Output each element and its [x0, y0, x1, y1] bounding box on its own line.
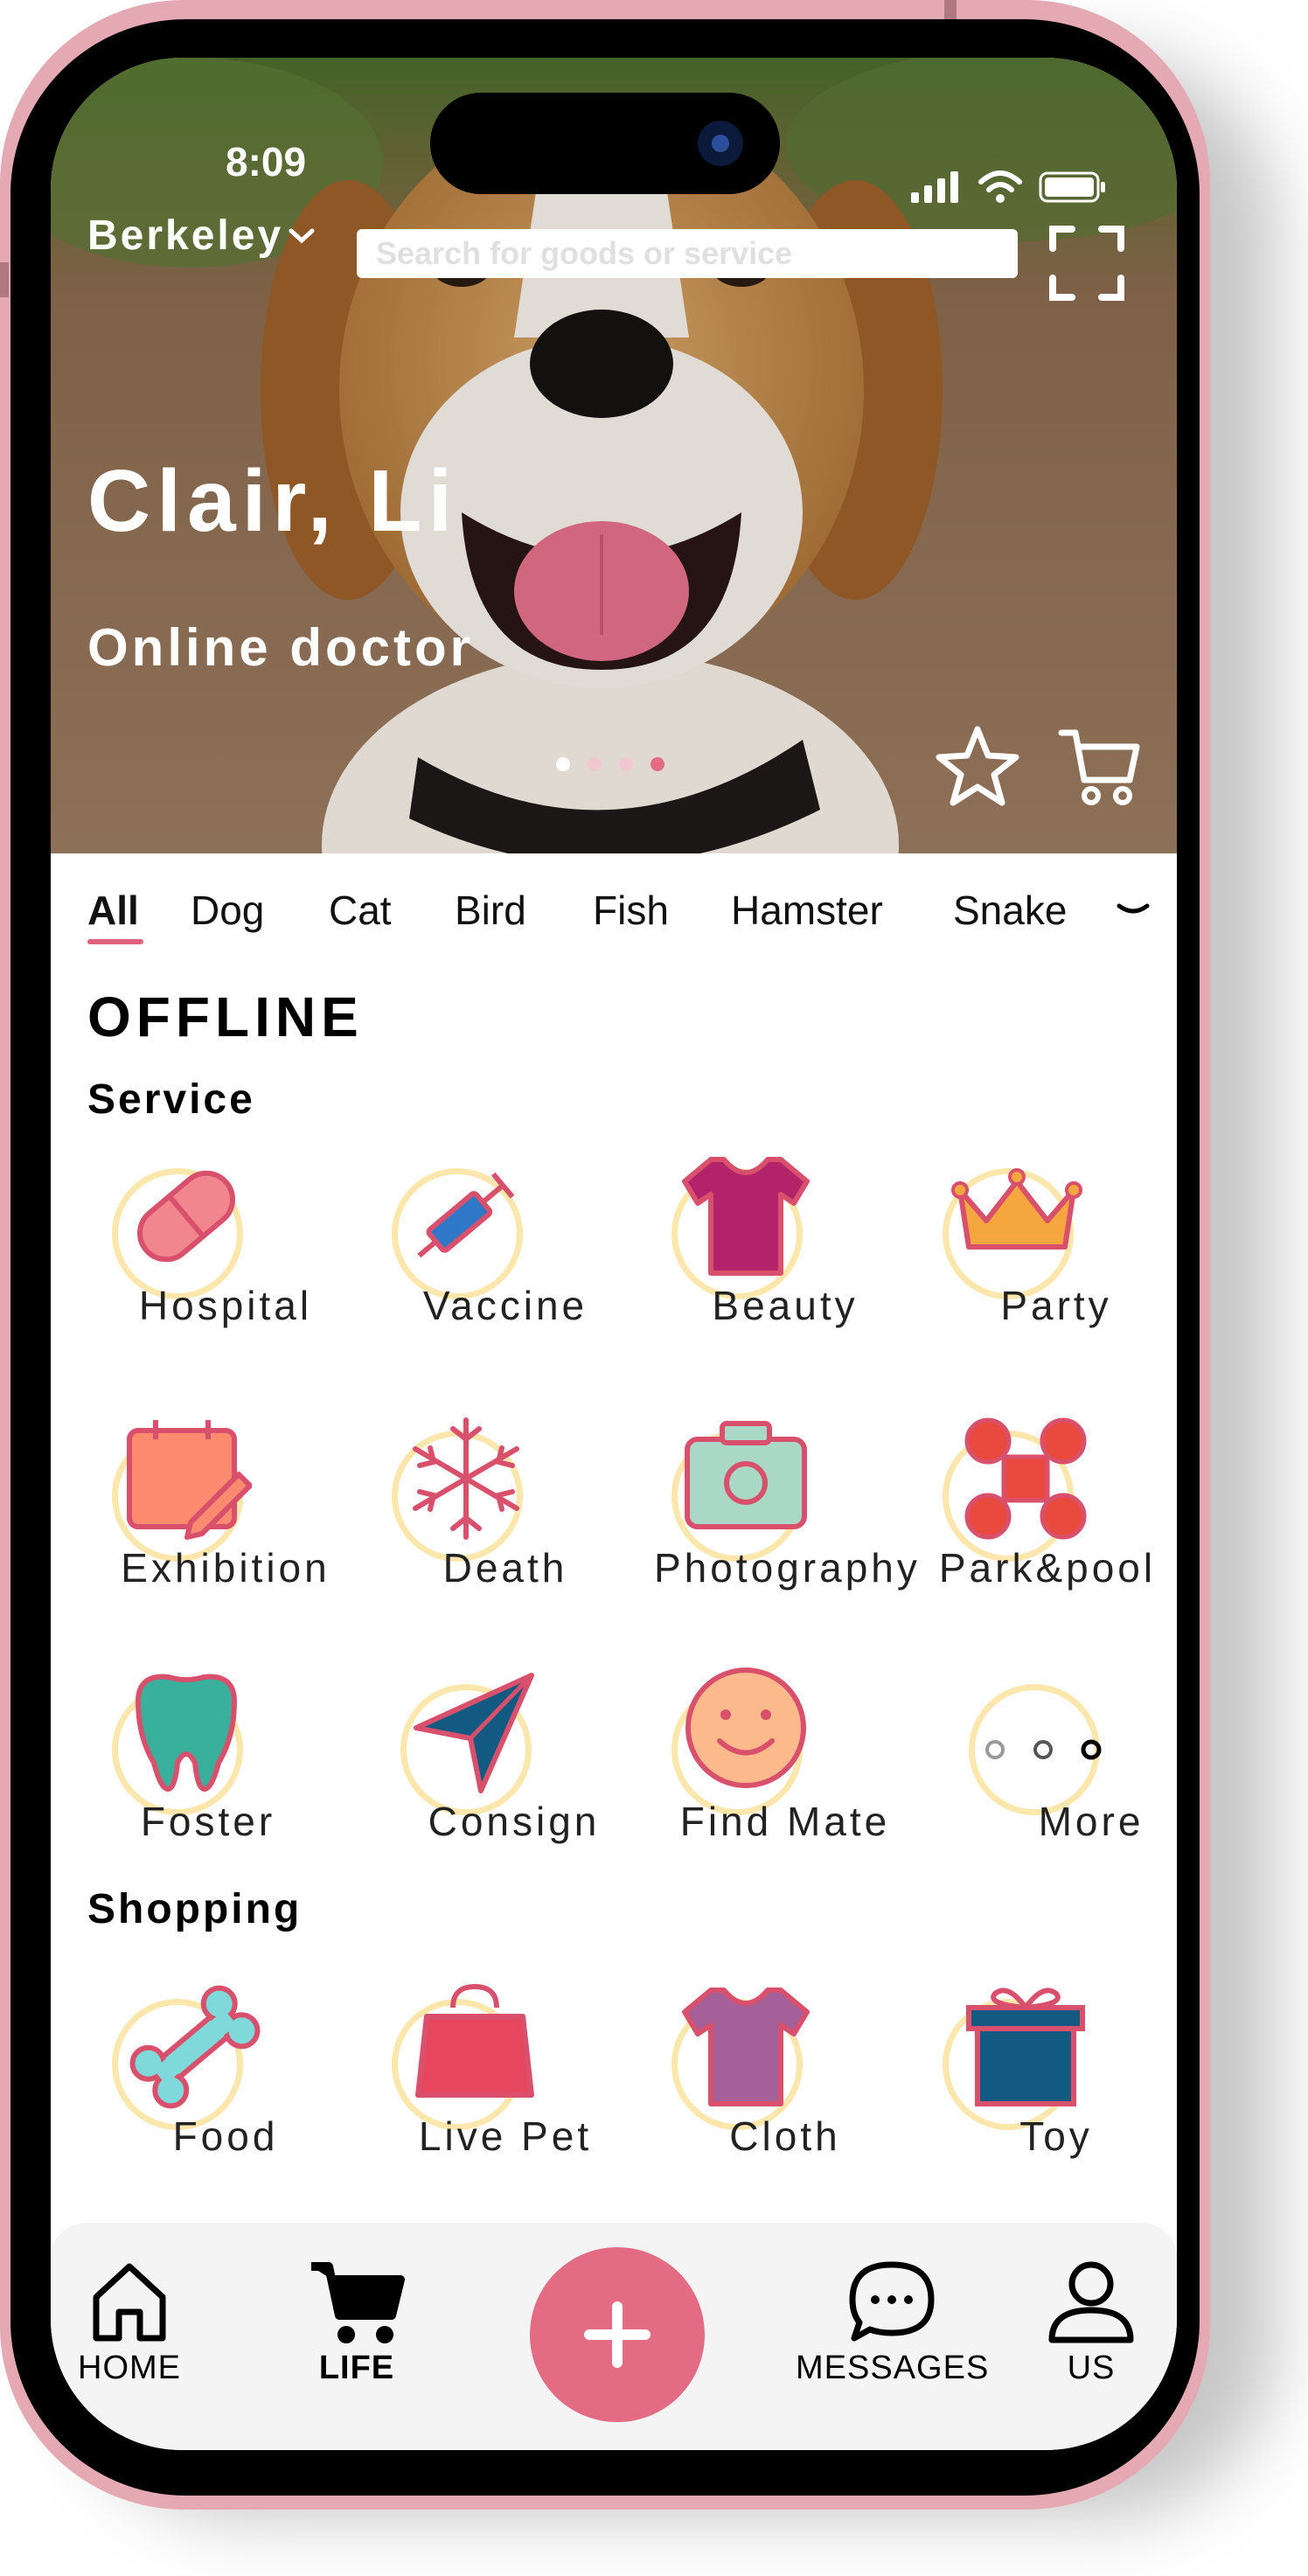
service-label: Party	[1000, 1283, 1112, 1328]
signal-icon	[911, 171, 958, 203]
status-icons	[909, 170, 1109, 205]
tshirt-icon	[682, 1988, 810, 2106]
carousel-dots[interactable]	[556, 757, 664, 771]
service-foster[interactable]: Foster	[77, 1667, 339, 1859]
phone-screen: 8:09 Berkeley Search for goods or servic…	[51, 58, 1177, 2450]
shopping-toy[interactable]: Toy	[925, 1981, 1177, 2174]
status-time: 8:09	[226, 139, 307, 184]
tab-snake[interactable]: Snake	[953, 887, 1067, 934]
service-label: Death	[442, 1545, 568, 1591]
service-label: Vaccine	[422, 1283, 588, 1328]
service-exhibition[interactable]: Exhibition	[94, 1413, 357, 1605]
service-consign[interactable]: Consign	[383, 1667, 645, 1859]
shopping-label: Food	[172, 2113, 279, 2159]
service-label: Find Mate	[679, 1799, 891, 1844]
section-offline-heading: OFFLINE	[87, 985, 364, 1048]
service-label: Photography	[654, 1545, 921, 1591]
snowflake-icon	[413, 1417, 519, 1540]
chevron-down-icon[interactable]	[1116, 901, 1151, 918]
shopping-live-pet[interactable]: Live Pet	[374, 1981, 637, 2174]
service-label: More	[1038, 1799, 1144, 1844]
plus-icon	[584, 2301, 651, 2368]
service-label: Consign	[428, 1799, 601, 1844]
nav-home[interactable]: HOME	[77, 2258, 182, 2387]
location-selector[interactable]: Berkeley	[87, 212, 315, 260]
shopping-label: Cloth	[729, 2113, 841, 2159]
smile-icon	[685, 1667, 806, 1788]
service-label: Foster	[140, 1799, 276, 1844]
service-photography[interactable]: Photography	[654, 1413, 921, 1605]
shopping-food[interactable]: Food	[94, 1981, 357, 2174]
section-service-heading: Service	[87, 1076, 255, 1123]
search-input[interactable]: Search for goods or service	[357, 229, 1018, 278]
active-tab-indicator	[87, 939, 143, 944]
cart-icon[interactable]	[1056, 722, 1144, 810]
location-label: Berkeley	[87, 212, 284, 259]
service-beauty[interactable]: Beauty	[654, 1151, 916, 1343]
star-icon[interactable]	[934, 722, 1021, 810]
shopping-label: Live Pet	[418, 2113, 593, 2159]
home-icon	[93, 2263, 166, 2342]
service-park-pool[interactable]: Park&pool	[916, 1413, 1177, 1605]
service-find-mate[interactable]: Find Mate	[654, 1667, 916, 1859]
cart-icon	[311, 2262, 405, 2343]
nav-messages-label: MESSAGES	[796, 2350, 990, 2386]
add-button[interactable]	[530, 2247, 705, 2422]
category-tabs: All Dog Cat Bird Fish Hamster Snake	[87, 887, 1154, 957]
crown-icon	[951, 1168, 1082, 1250]
service-label: Exhibition	[121, 1545, 330, 1591]
service-label: Park&pool	[938, 1545, 1157, 1591]
bag-icon	[415, 1983, 534, 2098]
shopping-label: Toy	[1019, 2113, 1093, 2159]
service-death[interactable]: Death	[374, 1413, 637, 1605]
nav-us[interactable]: US	[1039, 2258, 1144, 2387]
pill-icon	[137, 1170, 235, 1263]
banner-subtitle: Online doctor	[87, 618, 474, 677]
tooth-icon	[136, 1674, 237, 1792]
service-more[interactable]: More	[925, 1667, 1177, 1859]
calendar-icon	[127, 1420, 252, 1540]
nav-messages[interactable]: MESSAGES	[796, 2258, 988, 2387]
battery-icon	[1039, 171, 1105, 203]
shopping-cloth[interactable]: Cloth	[654, 1981, 916, 2174]
more-icon	[985, 1739, 1102, 1760]
chevron-down-icon	[289, 228, 315, 243]
tab-bird[interactable]: Bird	[455, 887, 526, 934]
service-label: Beauty	[712, 1283, 859, 1328]
tab-cat[interactable]: Cat	[329, 887, 392, 934]
service-vaccine[interactable]: Vaccine	[374, 1151, 637, 1343]
tab-fish[interactable]: Fish	[593, 887, 669, 934]
tab-dog[interactable]: Dog	[191, 887, 264, 934]
wifi-icon	[978, 171, 1022, 203]
section-shopping-heading: Shopping	[87, 1886, 303, 1932]
nav-us-label: US	[1067, 2350, 1116, 2386]
paper-plane-icon	[414, 1673, 534, 1793]
nav-life-label: LIFE	[318, 2350, 395, 2386]
shirt-icon	[682, 1157, 810, 1276]
tab-hamster[interactable]: Hamster	[731, 887, 883, 934]
service-hospital[interactable]: Hospital	[94, 1151, 357, 1343]
chat-icon	[849, 2261, 935, 2342]
bottom-nav: HOME LIFE MESSAGES US	[51, 2223, 1177, 2450]
hero-banner[interactable]: 8:09 Berkeley Search for goods or servic…	[51, 58, 1177, 853]
user-icon	[1048, 2261, 1134, 2343]
scan-icon[interactable]	[1047, 224, 1126, 303]
service-party[interactable]: Party	[925, 1151, 1177, 1343]
nav-home-label: HOME	[78, 2350, 181, 2386]
dynamic-island	[430, 93, 780, 194]
banner-title: Clair, Li	[87, 452, 459, 550]
command-icon	[964, 1417, 1087, 1540]
bone-icon	[129, 1985, 261, 2109]
syringe-icon	[417, 1172, 515, 1258]
nav-life[interactable]: LIFE	[296, 2258, 418, 2387]
camera-icon	[685, 1421, 807, 1529]
service-label: Hospital	[138, 1283, 313, 1328]
tab-all[interactable]: All	[87, 887, 139, 934]
gift-icon	[966, 1988, 1085, 2106]
